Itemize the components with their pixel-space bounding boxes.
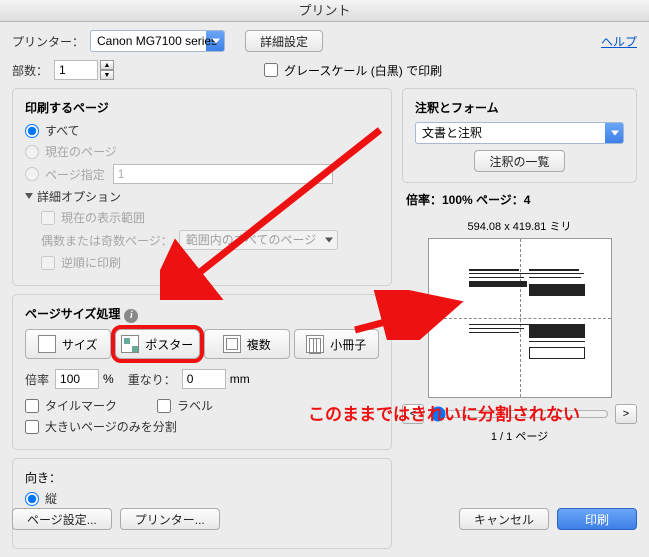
preview-info: 倍率：100% ページ：4	[406, 191, 637, 208]
tab-booklet[interactable]: 小冊子	[294, 329, 380, 359]
oddeven-select: 範囲内のすべてのページ	[179, 230, 338, 250]
advanced-settings-button[interactable]: 詳細設定	[245, 30, 323, 52]
portrait-radio[interactable]	[25, 492, 39, 506]
annotations-list-button[interactable]: 注釈の一覧	[474, 150, 564, 172]
pages-all-radio[interactable]	[25, 124, 39, 138]
scale-label: 倍率	[25, 371, 49, 388]
page-slider[interactable]	[430, 406, 609, 422]
pages-range-radio	[25, 167, 39, 181]
printer-label: プリンター：	[12, 33, 84, 50]
orientation-header: 向き：	[25, 471, 61, 485]
annotations-group: 注釈とフォーム 文書と注釈 注釈の一覧	[402, 88, 637, 183]
grayscale-checkbox[interactable]	[264, 63, 278, 77]
bigonly-checkbox[interactable]	[25, 420, 39, 434]
orientation-group: 向き： 縦 横	[12, 458, 392, 549]
scale-input[interactable]	[55, 369, 99, 389]
tab-multi[interactable]: 複数	[204, 329, 290, 359]
pagesize-group: ページサイズ処理i サイズ ポスター 複数 小冊子 倍率 % 重なり： mm タ…	[12, 294, 392, 450]
copies-stepper[interactable]: ▲▼	[100, 60, 114, 80]
tab-poster[interactable]: ポスター	[115, 329, 201, 359]
prev-page-button[interactable]: <	[402, 404, 424, 424]
pages-current-label: 現在のページ	[45, 143, 117, 160]
pages-range-label: ページ指定	[45, 166, 105, 183]
overlap-input[interactable]	[182, 369, 226, 389]
tab-size[interactable]: サイズ	[25, 329, 111, 359]
next-page-button[interactable]: >	[615, 404, 637, 424]
disclosure-icon[interactable]	[25, 193, 33, 199]
cancel-button[interactable]: キャンセル	[459, 508, 549, 530]
info-icon[interactable]: i	[124, 309, 138, 323]
preview-dimensions: 594.08 x 419.81 ミリ	[402, 218, 637, 234]
tilemark-checkbox[interactable]	[25, 399, 39, 413]
copies-label: 部数：	[12, 62, 48, 79]
print-button[interactable]: 印刷	[557, 508, 637, 530]
help-link[interactable]: ヘルプ	[601, 33, 637, 50]
pages-current-radio	[25, 145, 39, 159]
printer-select[interactable]: Canon MG7100 series	[90, 30, 225, 52]
pages-group: 印刷するページ すべて 現在のページ ページ指定 詳細オプション 現在の表示範囲…	[12, 88, 392, 286]
annotations-header: 注釈とフォーム	[415, 99, 624, 116]
copies-input[interactable]	[54, 60, 98, 80]
page-counter: 1 / 1 ページ	[402, 428, 637, 444]
pages-header: 印刷するページ	[25, 99, 379, 116]
window-title: プリント	[0, 0, 649, 22]
viewrange-checkbox	[41, 211, 55, 225]
printer-button[interactable]: プリンター...	[120, 508, 220, 530]
annotations-select[interactable]: 文書と注釈	[415, 122, 624, 144]
pagesize-header: ページサイズ処理i	[25, 305, 379, 323]
preview-box	[428, 238, 612, 398]
label-checkbox[interactable]	[157, 399, 171, 413]
grayscale-label: グレースケール (白黒) で印刷	[284, 62, 442, 79]
advanced-options-label[interactable]: 詳細オプション	[37, 188, 121, 205]
pages-all-label: すべて	[45, 122, 80, 139]
overlap-label: 重なり：	[128, 371, 176, 388]
reverse-checkbox	[41, 256, 55, 270]
pages-range-input	[113, 164, 333, 184]
page-setup-button[interactable]: ページ設定...	[12, 508, 112, 530]
